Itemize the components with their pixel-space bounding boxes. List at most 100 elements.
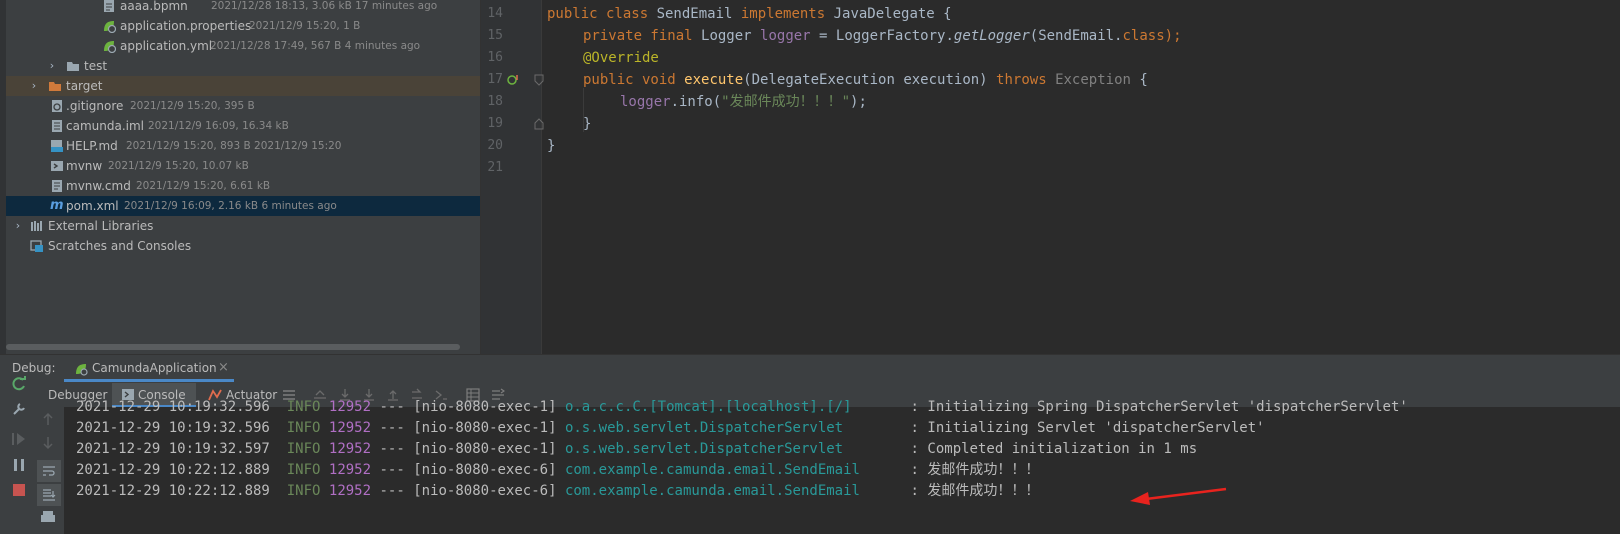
tree-row-name: application.yml [120, 39, 213, 53]
log-pid: 12952 [328, 462, 372, 478]
tree-row-mvnw[interactable]: mvnw 2021/12/9 15:20, 10.07 kB [6, 156, 480, 176]
log-timestamp: 2021-12-29 10:19:32.597 [76, 441, 270, 457]
log-logger: com.example.camunda.email.SendEmail [564, 483, 903, 499]
implements-method-icon[interactable] [507, 74, 519, 86]
code-token: logger [760, 28, 811, 44]
code-token: "发邮件成功！！！" [721, 94, 851, 110]
tree-row-external-libraries[interactable]: › External Libraries [6, 216, 480, 236]
line-number: 19 [487, 116, 503, 131]
tree-row-scratches[interactable]: Scratches and Consoles [6, 236, 480, 256]
text-file-icon [52, 180, 62, 192]
code-token: public void [583, 72, 685, 88]
code-token: Logger [701, 28, 761, 44]
print-icon[interactable] [40, 510, 56, 524]
tree-row-name: test [84, 59, 108, 73]
log-timestamp: 2021-12-29 10:19:32.596 [76, 420, 270, 436]
tree-row-help-md[interactable]: HELP.md 2021/12/9 15:20, 893 B 2021/12/9… [6, 136, 480, 156]
code-editor[interactable] [542, 0, 1620, 354]
log-timestamp: 2021-12-29 10:22:12.889 [76, 462, 270, 478]
gitignore-icon [52, 100, 62, 112]
code-token: (DelegateExecution execution) [743, 72, 997, 88]
line-number: 18 [487, 94, 503, 109]
code-line-16: @Override [583, 47, 659, 69]
code-token: (SendEmail. [1029, 28, 1123, 44]
log-thread: [nio-8080-exec-1] [413, 399, 557, 415]
debug-title-bar: Debug: CamundaApplication × [0, 354, 1620, 384]
log-sep: --- [379, 420, 405, 436]
run-config-name: CamundaApplication [92, 361, 217, 375]
log-logger: o.s.web.servlet.DispatcherServlet [564, 441, 903, 457]
log-sep: --- [379, 441, 405, 457]
log-timestamp: 2021-12-29 10:22:12.889 [76, 483, 270, 499]
code-token: } [583, 116, 592, 132]
log-level: INFO [286, 420, 321, 436]
code-token: execute [684, 72, 744, 88]
tree-row-meta: 2021/12/9 15:20, 893 B 2021/12/9 15:20 [126, 140, 342, 152]
fold-marker-icon[interactable] [534, 118, 544, 130]
iml-file-icon [52, 120, 62, 132]
code-token: implements [740, 6, 834, 22]
down-arrow-icon[interactable] [42, 436, 54, 450]
tree-row-gitignore[interactable]: .gitignore 2021/12/9 15:20, 395 B [6, 96, 480, 116]
code-token: .info( [670, 94, 722, 110]
tree-row-meta: 2021/12/28 18:13, 3.06 kB 17 minutes ago [211, 0, 438, 12]
stop-icon[interactable] [12, 483, 26, 497]
rerun-icon[interactable] [11, 376, 27, 392]
soft-wrap-toggle[interactable] [37, 460, 61, 482]
code-line-19: } [583, 113, 591, 135]
resume-icon[interactable] [11, 432, 27, 446]
horizontal-scrollbar[interactable] [6, 344, 460, 350]
tree-row-mvnw-cmd[interactable]: mvnw.cmd 2021/12/9 15:20, 6.61 kB [6, 176, 480, 196]
libraries-icon [31, 221, 42, 231]
scroll-to-end-icon [43, 489, 56, 501]
code-token: SendEmail [656, 6, 741, 22]
folder-orange-icon [49, 82, 61, 91]
log-message: : 发邮件成功！！！ [910, 462, 1040, 478]
chevron-right-icon[interactable]: › [46, 56, 58, 76]
tree-row-name: External Libraries [48, 219, 154, 233]
soft-wrap-icon [43, 466, 55, 476]
scroll-to-end-toggle[interactable] [37, 484, 61, 506]
tree-row-meta: 2021/12/9 16:09, 2.16 kB 6 minutes ago [124, 200, 337, 212]
chevron-right-icon[interactable]: › [28, 76, 40, 96]
debug-label: Debug: [12, 361, 56, 375]
tree-row-target[interactable]: › target [6, 76, 480, 96]
log-pid: 12952 [328, 399, 372, 415]
code-token: JavaDelegate { [833, 6, 952, 22]
line-number: 21 [487, 160, 503, 175]
run-config-tab[interactable]: CamundaApplication × [64, 355, 234, 382]
code-line-17: public void execute(DelegateExecution ex… [583, 69, 1148, 91]
tree-row-meta: 2021/12/9 15:20, 1 B [249, 20, 361, 32]
log-thread: [nio-8080-exec-6] [413, 462, 557, 478]
chevron-right-icon[interactable]: › [12, 216, 24, 236]
code-token: class [1122, 28, 1165, 44]
tree-row-application-yml[interactable]: application.yml 2021/12/28 17:49, 567 B … [6, 36, 480, 56]
tree-row-pom-xml[interactable]: m pom.xml 2021/12/9 16:09, 2.16 kB 6 min… [6, 196, 480, 216]
tree-row-name: pom.xml [66, 199, 119, 213]
close-icon[interactable]: × [218, 360, 229, 375]
fold-marker-icon[interactable] [534, 74, 544, 86]
console-line: 2021-12-29 10:19:32.596 INFO 12952 --- [… [76, 417, 1265, 439]
code-token: logger [620, 94, 671, 110]
tree-row-aaaa-bpmn[interactable]: aaaa.bpmn 2021/12/28 18:13, 3.06 kB 17 m… [6, 0, 480, 16]
tree-row-test[interactable]: › test [6, 56, 480, 76]
pause-icon[interactable] [12, 458, 26, 472]
code-token: ); [850, 94, 867, 110]
bpmn-file-icon [104, 0, 114, 12]
tree-row-meta: 2021/12/28 17:49, 567 B 4 minutes ago [210, 40, 421, 52]
tree-row-camunda-iml[interactable]: camunda.iml 2021/12/9 16:09, 16.34 kB [6, 116, 480, 136]
wrench-icon[interactable] [11, 401, 27, 417]
code-token: getLogger [953, 28, 1030, 44]
maven-icon: m [50, 198, 64, 213]
code-token: } [547, 138, 556, 154]
spring-config-icon [104, 21, 116, 33]
annotation-arrow [1130, 487, 1227, 505]
tree-row-meta: 2021/12/9 15:20, 6.61 kB [136, 180, 271, 192]
tree-row-application-properties[interactable]: application.properties 2021/12/9 15:20, … [6, 16, 480, 36]
code-token: Exception [1055, 72, 1131, 88]
code-token: throws [996, 72, 1056, 88]
up-arrow-icon[interactable] [42, 412, 54, 426]
spring-config-icon [104, 41, 116, 53]
log-sep: --- [379, 462, 405, 478]
tree-row-name: .gitignore [66, 99, 124, 113]
